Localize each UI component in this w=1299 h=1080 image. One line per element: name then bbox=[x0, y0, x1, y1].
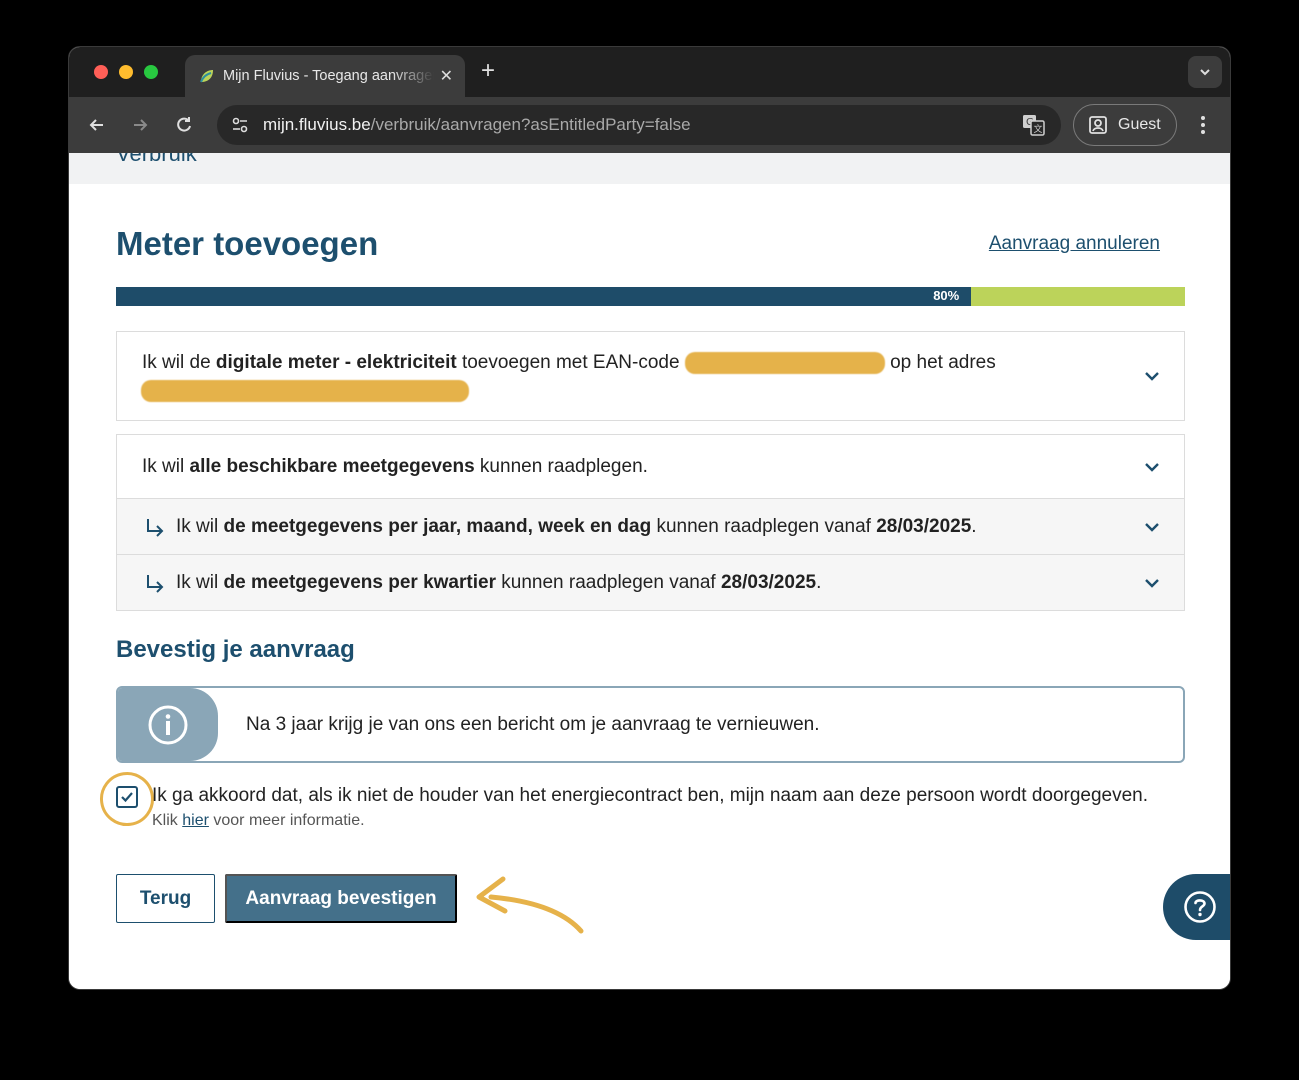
arrow-right-icon bbox=[134, 119, 148, 131]
request-item-text: Ik wil de digitale meter - elektriciteit… bbox=[142, 352, 996, 374]
forward-nav-button[interactable] bbox=[127, 112, 153, 138]
item-text-pre: Ik wil de bbox=[142, 352, 216, 374]
annotation-arrow-icon bbox=[476, 876, 584, 934]
chevron-down-icon[interactable] bbox=[1142, 457, 1162, 477]
top-band: Verbruik bbox=[69, 153, 1230, 184]
back-button[interactable]: Terug bbox=[116, 874, 215, 923]
chevron-down-icon[interactable] bbox=[1142, 573, 1162, 593]
item-text-post: kunnen raadplegen. bbox=[474, 456, 648, 477]
item-text-pre: Ik wil bbox=[176, 572, 224, 593]
item-text-post2: op het adres bbox=[884, 352, 996, 374]
request-item-text: Ik wil de meetgegevens per jaar, maand, … bbox=[176, 516, 977, 538]
consent-info: Klik hier voor meer informatie. bbox=[152, 812, 365, 830]
url-path: /verbruik/aanvragen?asEntitledParty=fals… bbox=[370, 115, 691, 134]
info-notice: Na 3 jaar krijg je van ons een bericht o… bbox=[116, 686, 1185, 763]
item-date: 28/03/2025 bbox=[720, 572, 817, 593]
consent-label[interactable]: Ik ga akkoord dat, als ik niet de houder… bbox=[152, 785, 1148, 807]
reload-icon bbox=[177, 117, 191, 132]
browser-window: Mijn Fluvius - Toegang aanvragen ✕ + mij… bbox=[68, 46, 1231, 990]
checkmark-icon bbox=[121, 792, 133, 803]
tab-search-button[interactable] bbox=[1188, 56, 1222, 88]
item-text-end: . bbox=[971, 516, 977, 537]
consent-checkbox[interactable] bbox=[116, 786, 138, 808]
request-subitem-quarter[interactable]: Ik wil de meetgegevens per kwartier kunn… bbox=[116, 554, 1185, 611]
translate-icon[interactable]: G 文 bbox=[1021, 112, 1047, 138]
consent-info-post: voor meer informatie. bbox=[208, 812, 365, 829]
close-window-button[interactable] bbox=[94, 65, 108, 79]
sub-arrow-icon bbox=[147, 575, 164, 593]
item-text-post: toevoegen met EAN-code bbox=[456, 352, 685, 374]
info-message: Na 3 jaar krijg je van ons een bericht o… bbox=[246, 714, 820, 735]
chevron-down-icon bbox=[1200, 69, 1210, 76]
page-title: Meter toevoegen bbox=[116, 225, 379, 262]
reload-button[interactable] bbox=[171, 112, 197, 138]
url-text: mijn.fluvius.be/verbruik/aanvragen?asEnt… bbox=[263, 115, 1021, 135]
address-bar[interactable]: mijn.fluvius.be/verbruik/aanvragen?asEnt… bbox=[217, 105, 1061, 145]
fluvius-favicon-icon bbox=[200, 70, 213, 83]
info-icon bbox=[148, 705, 188, 744]
item-text-bold: de meetgegevens per kwartier bbox=[223, 572, 496, 593]
request-item-text: Ik wil de meetgegevens per kwartier kunn… bbox=[176, 572, 821, 594]
item-text-bold: alle beschikbare meetgegevens bbox=[189, 456, 475, 477]
browser-tab-active[interactable]: Mijn Fluvius - Toegang aanvragen ✕ bbox=[185, 55, 465, 97]
item-text-bold: digitale meter - elektriciteit bbox=[215, 352, 457, 374]
browser-titlebar: Mijn Fluvius - Toegang aanvragen ✕ + bbox=[69, 47, 1230, 97]
browser-menu-button[interactable] bbox=[1193, 113, 1213, 137]
browser-toolbar: mijn.fluvius.be/verbruik/aanvragen?asEnt… bbox=[69, 97, 1230, 153]
minimize-window-button[interactable] bbox=[119, 65, 133, 79]
web-page: Verbruik Meter toevoegen Aanvraag annule… bbox=[69, 153, 1230, 989]
request-item-meter[interactable]: Ik wil de digitale meter - elektriciteit… bbox=[116, 331, 1185, 421]
chevron-down-icon[interactable] bbox=[1142, 366, 1162, 386]
site-settings-icon[interactable] bbox=[229, 114, 251, 136]
chevron-down-icon[interactable] bbox=[1142, 517, 1162, 537]
request-subitem-daily[interactable]: Ik wil de meetgegevens per jaar, maand, … bbox=[116, 498, 1185, 555]
request-item-all-data[interactable]: Ik wil alle beschikbare meetgegevens kun… bbox=[116, 434, 1185, 499]
sub-arrow-icon bbox=[147, 519, 164, 537]
profile-label: Guest bbox=[1118, 116, 1161, 133]
consent-info-pre: Klik bbox=[152, 812, 183, 829]
redacted-ean bbox=[684, 352, 885, 374]
info-side bbox=[118, 688, 218, 761]
new-tab-button[interactable]: + bbox=[481, 57, 495, 85]
item-text-post: kunnen raadplegen vanaf bbox=[651, 516, 877, 537]
tab-title: Mijn Fluvius - Toegang aanvragen bbox=[223, 68, 434, 84]
profile-button[interactable]: Guest bbox=[1073, 104, 1177, 146]
item-date: 28/03/2025 bbox=[876, 516, 972, 537]
progress-bar: 80% bbox=[116, 287, 1185, 306]
item-text-pre: Ik wil bbox=[142, 456, 190, 477]
breadcrumb[interactable]: Verbruik bbox=[116, 153, 197, 167]
confirm-heading: Bevestig je aanvraag bbox=[116, 636, 355, 663]
profile-icon bbox=[1089, 116, 1107, 134]
back-nav-button[interactable] bbox=[84, 112, 110, 138]
item-text-post: kunnen raadplegen vanaf bbox=[495, 572, 721, 593]
tab-close-icon[interactable]: ✕ bbox=[440, 66, 453, 86]
progress-label: 80% bbox=[933, 288, 960, 303]
request-item-text: Ik wil alle beschikbare meetgegevens kun… bbox=[142, 456, 648, 478]
redacted-address bbox=[141, 380, 469, 402]
cancel-request-link[interactable]: Aanvraag annuleren bbox=[989, 233, 1160, 255]
url-host: mijn.fluvius.be bbox=[263, 115, 371, 134]
question-icon bbox=[1184, 891, 1216, 923]
item-text-bold: de meetgegevens per jaar, maand, week en… bbox=[223, 516, 652, 537]
maximize-window-button[interactable] bbox=[144, 65, 158, 79]
more-info-link[interactable]: hier bbox=[182, 812, 209, 829]
progress-fill bbox=[116, 287, 972, 306]
arrow-left-icon bbox=[89, 119, 103, 131]
item-text-pre: Ik wil bbox=[176, 516, 224, 537]
confirm-request-button[interactable]: Aanvraag bevestigen bbox=[225, 874, 457, 923]
item-text-end: . bbox=[816, 572, 822, 593]
help-button[interactable] bbox=[1163, 874, 1230, 940]
svg-text:文: 文 bbox=[1034, 123, 1043, 135]
